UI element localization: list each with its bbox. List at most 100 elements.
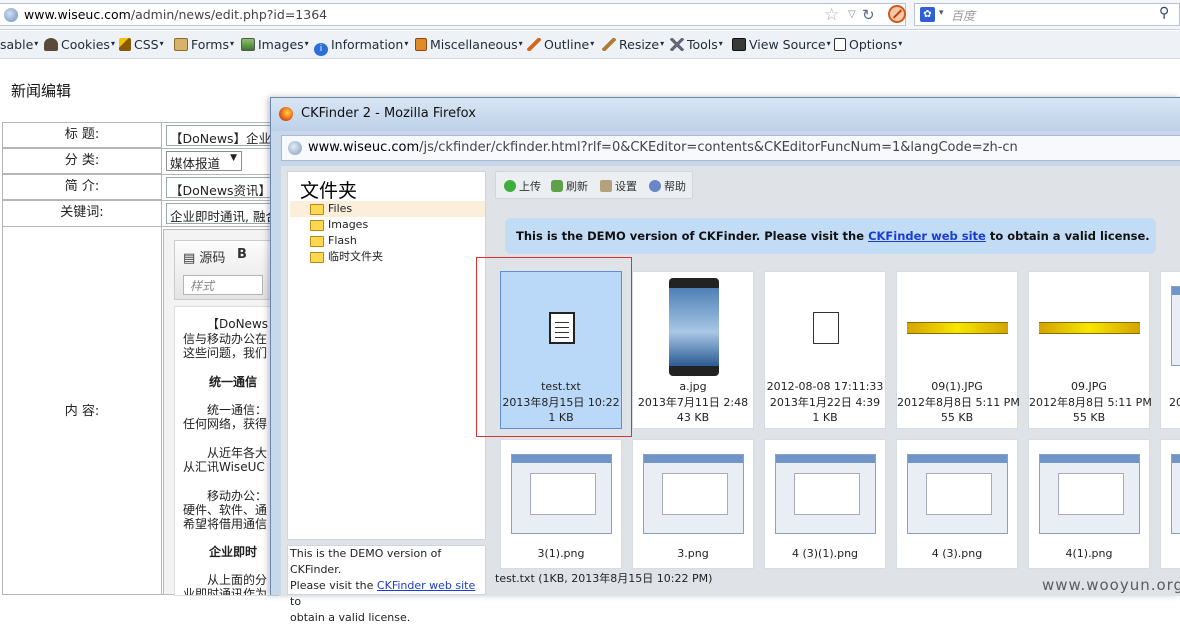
- file-tile-4-3-png[interactable]: 4 (3).png: [896, 439, 1018, 569]
- file-name: a.jpg: [679, 380, 707, 393]
- menu-label: sable: [0, 37, 34, 52]
- keywords-label: 关键词:: [2, 200, 162, 227]
- help-button[interactable]: 帮助: [649, 178, 686, 194]
- tools-icon: [670, 38, 684, 51]
- folder-images[interactable]: Images: [290, 217, 485, 233]
- help-label: 帮助: [664, 180, 686, 193]
- title-input[interactable]: 【DoNews】企业即: [166, 125, 284, 146]
- category-select[interactable]: 媒体报道 ▼: [166, 151, 242, 171]
- reload-icon[interactable]: ↻: [862, 6, 875, 24]
- monitor-icon: [732, 38, 746, 51]
- cookie-person-icon: [44, 38, 58, 51]
- css-wand-icon: [119, 38, 131, 51]
- editor-content[interactable]: 【DoNews 信与移动办公在 这些问题，我们 统一通信 统一通信： 任何网络，…: [174, 306, 279, 596]
- menu-images[interactable]: Images▾: [241, 37, 309, 52]
- menu-label: Images: [258, 37, 304, 52]
- menu-resize[interactable]: Resize▾: [602, 37, 664, 52]
- menu-miscellaneous[interactable]: Miscellaneous▾: [415, 37, 523, 52]
- summary-input[interactable]: 【DoNews资讯】如: [166, 177, 284, 198]
- bold-button[interactable]: B: [237, 247, 247, 262]
- refresh-button[interactable]: 刷新: [551, 178, 588, 194]
- source-button[interactable]: ▤ 源码: [183, 247, 225, 266]
- menu-css[interactable]: CSS▾: [119, 37, 164, 52]
- menu-forms[interactable]: Forms▾: [174, 37, 234, 52]
- menu-options[interactable]: Options▾: [834, 37, 902, 52]
- info-icon: i: [314, 43, 328, 56]
- file-tile-3-1-png[interactable]: 3(1).png: [500, 439, 622, 569]
- file-tile-09-jpg[interactable]: 09.JPG 2012年8月8日 5:11 PM 55 KB: [1028, 271, 1152, 429]
- popup-title-bar[interactable]: CKFinder 2 - Mozilla Firefox: [271, 98, 1180, 131]
- menu-information[interactable]: i Information▾: [314, 37, 408, 56]
- ckfinder-site-link[interactable]: CKFinder web site: [868, 229, 986, 243]
- style-dropdown[interactable]: 样式: [183, 275, 263, 295]
- settings-label: 设置: [615, 180, 637, 193]
- file-tile-partial[interactable]: 20: [1160, 271, 1180, 429]
- folder-files[interactable]: Files: [290, 201, 485, 217]
- menu-tools[interactable]: Tools▾: [670, 37, 723, 52]
- search-icon[interactable]: ⚲: [1159, 5, 1169, 21]
- content-label: 内 容:: [2, 226, 162, 595]
- help-icon: [649, 180, 661, 192]
- file-name: 4 (3).png: [931, 547, 983, 560]
- popup-url-path: /js/ckfinder/ckfinder.html?rlf=0&CKEdito…: [419, 140, 1018, 155]
- file-tile-09-1-jpg[interactable]: 09(1).JPG 2012年8月8日 5:11 PM 55 KB: [896, 271, 1020, 429]
- file-tile-a-jpg[interactable]: a.jpg 2013年7月11日 2:48 43 KB: [632, 271, 754, 429]
- demo-banner: This is the DEMO version of CKFinder. Pl…: [505, 218, 1156, 254]
- bookmark-star-icon[interactable]: ☆: [824, 5, 839, 25]
- title-label: 标 题:: [2, 122, 162, 148]
- menu-cookies[interactable]: Cookies▾: [44, 37, 115, 52]
- file-date: 2012年8月8日 5:11 PM: [1029, 396, 1152, 409]
- file-tile-4-1-png[interactable]: 4(1).png: [1028, 439, 1150, 569]
- search-field[interactable]: ✿ ▾ 百度 ⚲: [914, 3, 1180, 26]
- keywords-input[interactable]: 企业即时通讯, 融合: [166, 203, 284, 224]
- site-identity-icon: [288, 141, 302, 155]
- folder-label: Flash: [328, 234, 357, 247]
- category-label: 分 类:: [2, 148, 162, 174]
- file-tile-partial[interactable]: [1160, 439, 1180, 569]
- menu-outline[interactable]: Outline▾: [527, 37, 594, 52]
- search-placeholder: 百度: [951, 9, 976, 23]
- pencil-icon: [527, 38, 541, 51]
- popup-address-text[interactable]: www.wiseuc.com/js/ckfinder/ckfinder.html…: [308, 140, 1018, 155]
- settings-button[interactable]: 设置: [600, 178, 637, 194]
- content-line: 从近年各大: [207, 446, 268, 460]
- screenshot-thumbnail: [1171, 454, 1180, 534]
- file-name: 3.png: [677, 547, 709, 560]
- screenshot-thumbnail: [907, 454, 1008, 534]
- editor-toolbar: ▤ 源码 B 样式: [174, 240, 279, 300]
- folder-label: 临时文件夹: [328, 250, 383, 263]
- folder-label: Files: [328, 202, 353, 215]
- menu-view-source[interactable]: View Source▾: [732, 37, 831, 52]
- baidu-engine-icon[interactable]: ✿: [920, 7, 935, 22]
- history-dropdown-icon[interactable]: ▽: [848, 9, 856, 20]
- upload-button[interactable]: 上传: [504, 178, 541, 194]
- folder-label: Images: [328, 218, 369, 231]
- stop-icon[interactable]: [888, 5, 906, 23]
- folder-temp[interactable]: 临时文件夹: [290, 249, 485, 265]
- folders-title: 文件夹: [300, 180, 358, 202]
- menu-disable[interactable]: sable▾: [0, 37, 38, 52]
- site-identity-icon[interactable]: [4, 8, 18, 22]
- refresh-icon: [551, 180, 563, 192]
- menu-label: Information: [331, 37, 404, 52]
- screenshot-thumbnail: [1171, 286, 1180, 366]
- file-tile-4-3-1-png[interactable]: 4 (3)(1).png: [764, 439, 886, 569]
- ckfinder-site-link[interactable]: CKFinder web site: [377, 579, 475, 592]
- engine-dropdown-icon[interactable]: ▾: [939, 8, 944, 18]
- category-value: 媒体报道: [170, 156, 221, 171]
- chevron-down-icon: ▼: [230, 153, 237, 163]
- popup-address-field[interactable]: www.wiseuc.com/js/ckfinder/ckfinder.html…: [281, 135, 1180, 161]
- content-line: 希望将借用通信: [183, 517, 268, 531]
- address-field[interactable]: www.wiseuc.com/admin/news/edit.php?id=13…: [0, 3, 906, 26]
- file-tile-3-png[interactable]: 3.png: [632, 439, 754, 569]
- demo-banner-text: to obtain a valid license.: [989, 229, 1150, 243]
- content-line: 移动办公：: [207, 489, 268, 503]
- file-tile-timestamp[interactable]: 2012-08-08 17:11:33 2013年1月22日 4:39 1 KB: [764, 271, 886, 429]
- upload-label: 上传: [519, 180, 541, 193]
- address-text[interactable]: www.wiseuc.com/admin/news/edit.php?id=13…: [24, 7, 327, 22]
- folder-flash[interactable]: Flash: [290, 233, 485, 249]
- menu-label: View Source: [749, 37, 826, 52]
- ckfinder-popup-window: CKFinder 2 - Mozilla Firefox www.wiseuc.…: [270, 97, 1180, 624]
- folder-panel: 文件夹 Files Images Flash 临时文件夹: [287, 171, 486, 540]
- menu-label: Options: [849, 37, 898, 52]
